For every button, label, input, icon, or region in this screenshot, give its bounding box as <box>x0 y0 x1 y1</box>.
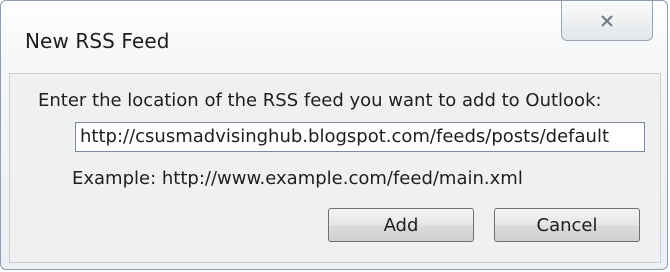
close-button[interactable] <box>561 1 653 41</box>
add-button[interactable]: Add <box>328 208 474 242</box>
feed-url-input[interactable]: http://csusmadvisinghub.blogspot.com/fee… <box>75 122 645 152</box>
new-rss-feed-dialog: New RSS Feed Enter the location of the R… <box>0 0 668 270</box>
close-icon <box>600 14 614 28</box>
title-bar[interactable]: New RSS Feed <box>1 1 667 69</box>
example-hint: Example: http://www.example.com/feed/mai… <box>72 168 523 189</box>
feed-url-value: http://csusmadvisinghub.blogspot.com/fee… <box>80 126 609 147</box>
dialog-title: New RSS Feed <box>25 29 170 53</box>
feed-location-label: Enter the location of the RSS feed you w… <box>38 90 602 111</box>
dialog-body: Enter the location of the RSS feed you w… <box>9 73 661 263</box>
cancel-button[interactable]: Cancel <box>494 208 640 242</box>
